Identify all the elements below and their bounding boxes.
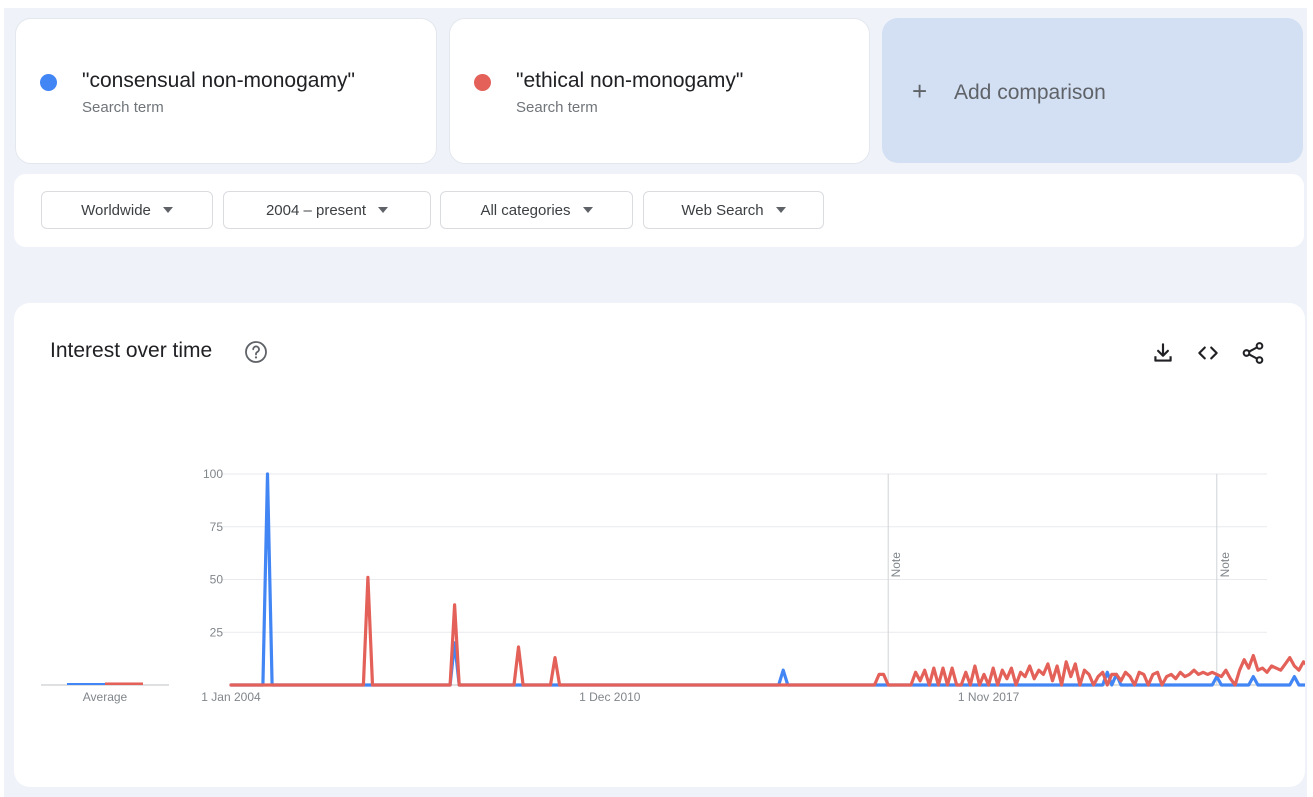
average-bar [105,682,143,685]
filter-time-range-dropdown[interactable]: 2004 – present [223,191,431,229]
y-tick-label: 25 [210,625,224,639]
note-label: Note [889,552,903,578]
filter-bar: Worldwide 2004 – present All categories … [14,174,1304,247]
filter-region-dropdown[interactable]: Worldwide [41,191,213,229]
add-comparison-label: Add comparison [954,81,1106,104]
series-line-2 [229,575,1305,687]
term-color-dot [474,74,491,91]
filter-label: Web Search [681,201,764,219]
caret-down-icon [162,207,173,213]
filter-label: 2004 – present [265,201,367,219]
y-tick-label: 100 [203,467,223,481]
filter-label: Worldwide [81,201,151,219]
interest-over-time-card: Interest over time 25 50 75 100 Note Note 1 Ja… [14,303,1305,787]
caret-down-icon [582,207,593,213]
term-color-dot [40,74,57,91]
note-label: Note [1218,552,1232,578]
filter-label: All categories [480,201,571,219]
x-tick-label: 1 Jan 2004 [201,690,261,704]
search-term-card-2[interactable]: "ethical non-monogamy" Search term [449,18,870,164]
x-tick-label: 1 Nov 2017 [958,690,1020,704]
add-comparison-button[interactable]: + Add comparison [882,18,1303,163]
caret-down-icon [378,207,389,213]
search-term-card-1[interactable]: "consensual non-monogamy" Search term [15,18,437,164]
plus-icon: + [912,76,928,106]
search-term-name[interactable]: "consensual non-monogamy" [82,69,355,93]
average-bar [67,683,105,685]
caret-down-icon [775,207,786,213]
x-tick-label: 1 Dec 2010 [579,690,641,704]
search-term-subtitle: Search term [516,99,598,116]
filter-search-type-dropdown[interactable]: Web Search [643,191,824,229]
search-term-subtitle: Search term [82,99,164,116]
interest-over-time-chart[interactable]: 25 50 75 100 Note Note 1 Jan 2004 1 Dec 2010 1 N… [14,303,1305,787]
average-label: Average [83,690,128,704]
y-tick-label: 50 [210,573,224,587]
filter-category-dropdown[interactable]: All categories [440,191,633,229]
search-term-name[interactable]: "ethical non-monogamy" [516,69,743,93]
y-tick-label: 75 [210,520,224,534]
